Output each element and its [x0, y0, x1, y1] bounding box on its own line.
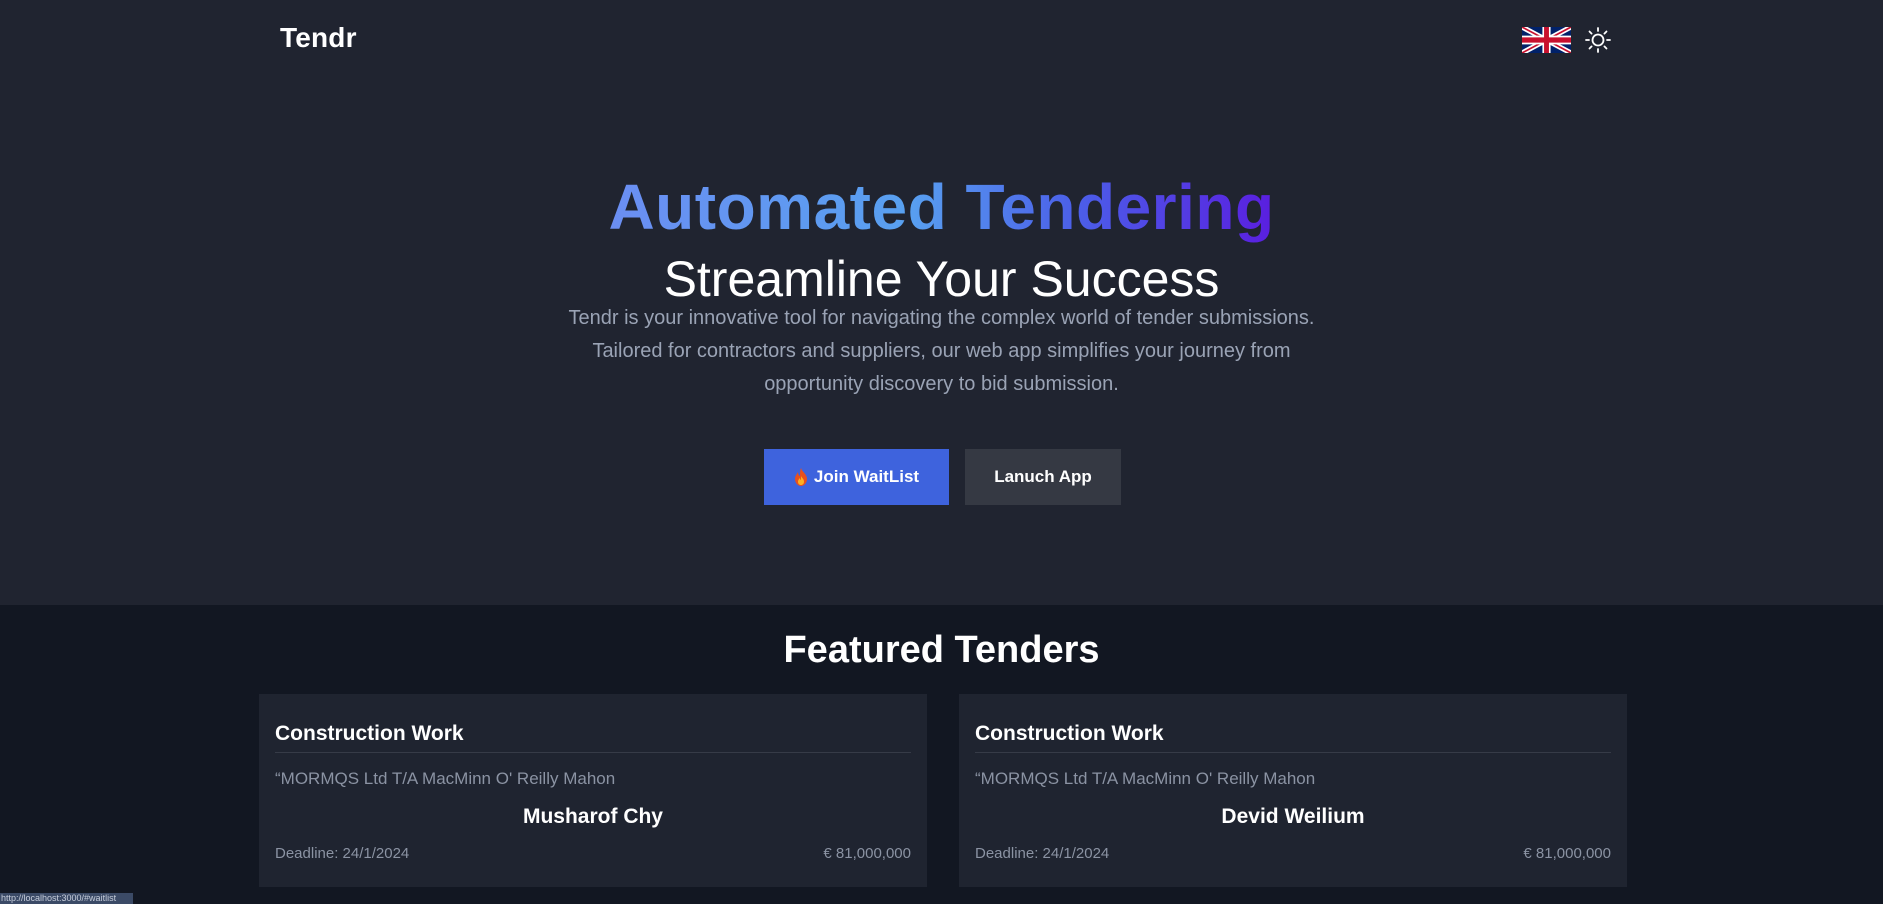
- tender-organization: “MORMQS Ltd T/A MacMinn O' Reilly Mahon: [275, 769, 616, 788]
- hero-title: Automated Tendering: [0, 168, 1883, 246]
- hero-subtitle: Streamline Your Success: [663, 251, 1220, 307]
- hero-section: Automated Tendering Streamline Your Succ…: [0, 0, 1883, 604]
- join-waitlist-label: Join WaitList: [813, 467, 920, 486]
- tender-card[interactable]: Construction Work “MORMQS Ltd T/A MacMin…: [959, 694, 1627, 887]
- tender-category: Construction Work: [275, 722, 464, 745]
- featured-title: Featured Tenders: [783, 629, 1100, 671]
- card-divider: [275, 752, 911, 753]
- featured-tenders-section: Featured Tenders Construction Work “MORM…: [0, 605, 1883, 904]
- tender-amount: € 81,000,000: [1523, 845, 1611, 862]
- join-waitlist-button[interactable]: Join WaitList: [764, 449, 949, 505]
- tender-category: Construction Work: [975, 722, 1164, 745]
- fire-icon: [794, 468, 807, 486]
- tender-amount: € 81,000,000: [823, 845, 911, 862]
- launch-app-button[interactable]: Lanuch App: [965, 449, 1121, 505]
- tender-contact: Musharof Chy: [522, 805, 663, 828]
- hero-description: Tendr is your innovative tool for naviga…: [568, 307, 1315, 395]
- landing-page: Tendr Automated Tendering Streamline You…: [0, 0, 1883, 904]
- hero-title-text: Automated Tendering: [608, 171, 1275, 243]
- tender-deadline: Deadline: 24/1/2024: [975, 845, 1110, 862]
- tender-contact: Devid Weilium: [1221, 805, 1365, 828]
- launch-app-label: Lanuch App: [994, 467, 1092, 486]
- tender-card[interactable]: Construction Work “MORMQS Ltd T/A MacMin…: [259, 694, 927, 887]
- tender-organization: “MORMQS Ltd T/A MacMinn O' Reilly Mahon: [975, 769, 1316, 788]
- card-divider: [975, 752, 1611, 753]
- tender-deadline: Deadline: 24/1/2024: [275, 845, 410, 862]
- browser-status-url: http://localhost:3000/#waitlist: [0, 893, 133, 904]
